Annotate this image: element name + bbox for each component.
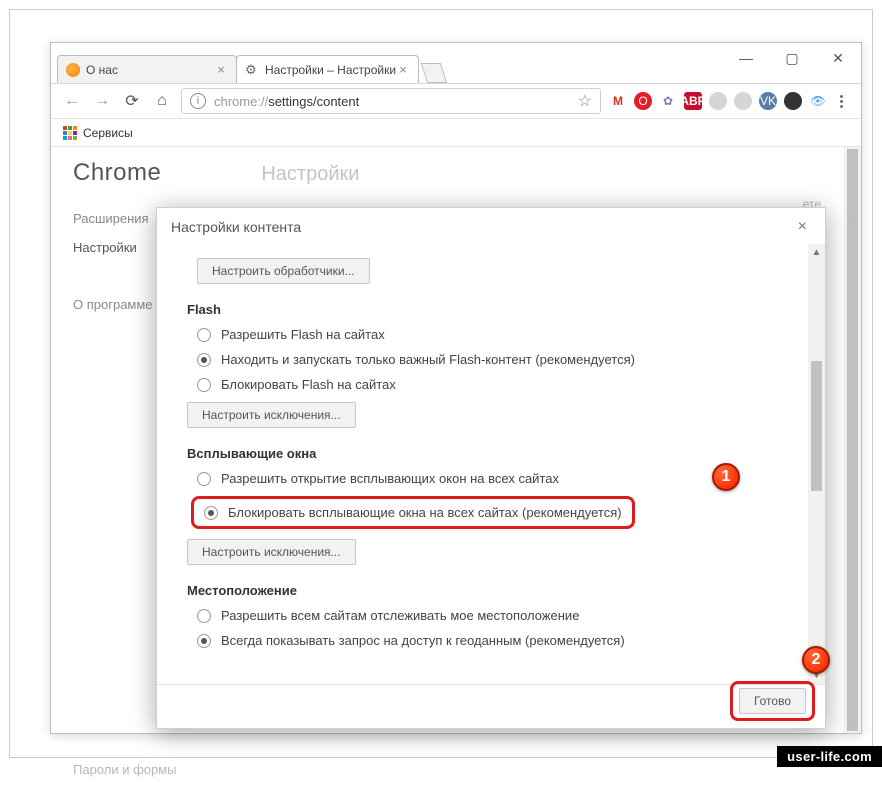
scroll-track[interactable] [808, 261, 825, 667]
extension-dark-icon[interactable] [784, 92, 802, 110]
adblock-icon[interactable]: ABP [684, 92, 702, 110]
content-settings-dialog: Настройки контента × Настроить обработчи… [156, 207, 826, 729]
bookmark-star-icon[interactable]: ☆ [578, 91, 592, 111]
eye-icon[interactable]: 👁 [809, 92, 827, 110]
tab-label: Настройки – Настройки [265, 63, 396, 77]
popups-allow-radio[interactable]: Разрешить открытие всплывающих окон на в… [197, 471, 784, 486]
location-allow-radio[interactable]: Разрешить всем сайтам отслеживать мое ме… [197, 608, 784, 623]
reload-button[interactable]: ⟳ [121, 90, 143, 112]
back-button[interactable]: ← [61, 90, 83, 112]
popups-section-title: Всплывающие окна [187, 446, 784, 461]
apps-grid-icon [63, 126, 77, 140]
page-title: Chrome [73, 159, 161, 187]
extension-icons: M O ✿ ABP VK 👁 [609, 92, 827, 110]
bookmarks-bar: Сервисы [51, 119, 861, 147]
location-section-title: Местоположение [187, 583, 784, 598]
toolbar: ← → ⟳ ⌂ i chrome://settings/content ☆ M … [51, 83, 861, 119]
flash-block-radio[interactable]: Блокировать Flash на сайтах [197, 377, 784, 392]
gear-favicon-icon: ⚙ [245, 63, 259, 77]
browser-window: — ▢ ✕ О нас × ⚙ Настройки – Настройки × … [50, 42, 862, 734]
flash-allow-radio[interactable]: Разрешить Flash на сайтах [197, 327, 784, 342]
radio-icon [197, 609, 211, 623]
address-bar[interactable]: i chrome://settings/content ☆ [181, 88, 601, 114]
tab-close-icon[interactable]: × [214, 63, 228, 77]
apps-bookmark[interactable]: Сервисы [63, 126, 133, 140]
orange-favicon-icon [66, 63, 80, 77]
annotation-badge-2: 2 [802, 646, 830, 674]
forward-button[interactable]: → [91, 90, 113, 112]
location-ask-radio[interactable]: Всегда показывать запрос на доступ к гео… [197, 633, 784, 648]
radio-checked-icon [204, 506, 218, 520]
vk-icon[interactable]: VK [759, 92, 777, 110]
popups-exceptions-button[interactable]: Настроить исключения... [187, 539, 356, 565]
flash-exceptions-button[interactable]: Настроить исключения... [187, 402, 356, 428]
home-button[interactable]: ⌂ [151, 90, 173, 112]
tab-settings[interactable]: ⚙ Настройки – Настройки × [236, 55, 419, 83]
paw-icon[interactable]: ✿ [659, 92, 677, 110]
apps-label: Сервисы [83, 126, 133, 140]
browser-menu-button[interactable] [831, 95, 851, 108]
annotation-badge-1: 1 [712, 463, 740, 491]
dialog-scrollbar[interactable]: ▲ ▼ [808, 244, 825, 684]
maximize-button[interactable]: ▢ [769, 43, 815, 73]
extension-grey2-icon[interactable] [734, 92, 752, 110]
url-text: chrome://settings/content [214, 94, 359, 109]
highlighted-option: Блокировать всплывающие окна на всех сай… [191, 496, 635, 529]
browser-tabs: О нас × ⚙ Настройки – Настройки × [57, 53, 711, 83]
gmail-icon[interactable]: M [609, 92, 627, 110]
dialog-close-button[interactable]: × [794, 214, 811, 240]
highlighted-done-button: Готово [730, 681, 815, 721]
minimize-button[interactable]: — [723, 43, 769, 73]
window-controls: — ▢ ✕ [723, 43, 861, 73]
radio-icon [197, 472, 211, 486]
radio-icon [197, 328, 211, 342]
flash-detect-radio[interactable]: Находить и запускать только важный Flash… [197, 352, 784, 367]
scroll-thumb[interactable] [811, 361, 822, 491]
close-window-button[interactable]: ✕ [815, 43, 861, 73]
scroll-up-icon[interactable]: ▲ [808, 244, 825, 261]
dialog-footer: Готово [157, 684, 825, 728]
watermark: user-life.com [777, 746, 882, 767]
new-tab-button[interactable] [421, 63, 447, 83]
radio-checked-icon [197, 634, 211, 648]
passwords-forms-label: Пароли и формы [73, 762, 839, 777]
section-header: Настройки [261, 163, 359, 186]
radio-icon [197, 378, 211, 392]
tab-close-icon[interactable]: × [396, 63, 410, 77]
popups-block-radio[interactable]: Блокировать всплывающие окна на всех сай… [204, 505, 622, 520]
tab-label: О нас [86, 63, 214, 77]
opera-icon[interactable]: O [634, 92, 652, 110]
dialog-body: Настроить обработчики... Flash Разрешить… [157, 244, 808, 684]
extension-grey-icon[interactable] [709, 92, 727, 110]
flash-section-title: Flash [187, 302, 784, 317]
tab-about-us[interactable]: О нас × [57, 55, 237, 83]
dialog-title: Настройки контента [171, 219, 301, 235]
handlers-button[interactable]: Настроить обработчики... [197, 258, 370, 284]
page-scrollbar[interactable] [844, 147, 861, 733]
site-info-icon[interactable]: i [190, 93, 206, 109]
radio-checked-icon [197, 353, 211, 367]
done-button[interactable]: Готово [739, 688, 806, 714]
